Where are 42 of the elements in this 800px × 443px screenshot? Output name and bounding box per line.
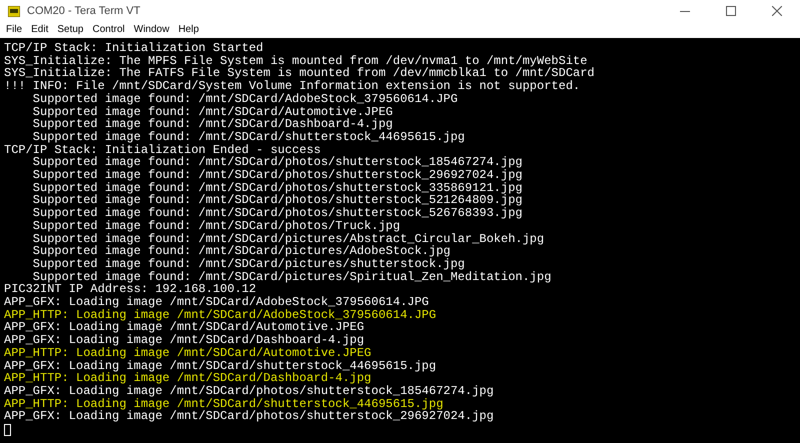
terminal-line: APP_GFX: Loading image /mnt/SDCard/Dashboard-4.jpg	[4, 334, 364, 347]
terminal-line: APP_GFX: Loading image /mnt/SDCard/photos/shutterstock_185467274.jpg	[4, 384, 494, 398]
terminal-line: Supported image found: /mnt/SDCard/AdobeStock_379560614.JPG	[32, 92, 458, 106]
window-title: COM20 - Tera Term VT	[27, 4, 140, 19]
maximize-icon	[726, 6, 736, 16]
menu-item[interactable]: Edit	[31, 24, 48, 34]
terminal-line: TCP/IP Stack: Initialization Started	[4, 42, 264, 55]
terminal-line: Supported image found: /mnt/SDCard/photos/shutterstock_521264809.jpg	[32, 194, 522, 208]
terminal-line: Supported image found: /mnt/SDCard/pictures/AdobeStock.jpg	[32, 245, 450, 258]
terminal-line: APP_HTTP: Loading image /mnt/SDCard/AdobeStock_379560614.JPG	[4, 308, 436, 322]
terminal-line: APP_GFX: Loading image /mnt/SDCard/photos/shutterstock_296927024.jpg	[4, 410, 494, 424]
terminal-line: Supported image found: /mnt/SDCard/pictures/shutterstock.jpg	[32, 258, 465, 271]
terminal-line: Supported image found: /mnt/SDCard/photos/shutterstock_296927024.jpg	[32, 169, 522, 182]
terminal-line: APP_HTTP: Loading image /mnt/SDCard/shutterstock_44695615.jpg	[4, 398, 444, 410]
menu-item[interactable]: Help	[178, 24, 199, 34]
menu-item[interactable]: Control	[92, 24, 125, 34]
terminal-line: Supported image found: /mnt/SDCard/photos/shutterstock_185467274.jpg	[32, 156, 522, 170]
terminal-line: PIC32INT IP Address: 192.168.100.12	[4, 283, 256, 296]
terminal-line: Supported image found: /mnt/SDCard/pictures/Spiritual_Zen_Meditation.jpg	[32, 270, 552, 284]
terminal-line: APP_HTTP: Loading image /mnt/SDCard/Automotive.JPEG	[4, 346, 372, 360]
terminal-line: Supported image found: /mnt/SDCard/photos/Truck.jpg	[32, 220, 400, 233]
menu-item[interactable]: File	[6, 24, 22, 34]
terminal-line: Supported image found: /mnt/SDCard/pictures/Abstract_Circular_Bokeh.jpg	[32, 232, 544, 246]
menu-item[interactable]: Setup	[57, 24, 84, 34]
terminal-line: !!! INFO: File /mnt/SDCard/System Volume Information extension is not supported.	[4, 80, 580, 93]
terminal-line: TCP/IP Stack: Initialization Ended - success	[4, 144, 321, 156]
terminal-line: Supported image found: /mnt/SDCard/photos/shutterstock_335869121.jpg	[32, 182, 522, 194]
terminal-line: Supported image found: /mnt/SDCard/shutterstock_44695615.jpg	[32, 130, 465, 144]
app-icon	[8, 6, 20, 16]
close-icon	[772, 6, 782, 16]
terminal-line: APP_GFX: Loading image /mnt/SDCard/Automotive.JPEG	[4, 321, 364, 334]
terminal-line: SYS_Initialize: The MPFS File System is mounted from /dev/nvma1 to /mnt/myWebSite	[4, 54, 588, 68]
terminal-line: Supported image found: /mnt/SDCard/photos/shutterstock_526768393.jpg	[32, 207, 522, 220]
menu-item[interactable]: Window	[134, 24, 170, 34]
terminal-line: APP_GFX: Loading image /mnt/SDCard/shutterstock_44695615.jpg	[4, 360, 436, 372]
terminal-line: APP_HTTP: Loading image /mnt/SDCard/Dashboard-4.jpg	[4, 372, 372, 385]
minimize-icon	[680, 10, 690, 12]
terminal-line: APP_GFX: Loading image /mnt/SDCard/AdobeStock_379560614.JPG	[4, 296, 429, 309]
terminal-line: Supported image found: /mnt/SDCard/Dashboard-4.jpg	[32, 118, 393, 131]
terminal-line: SYS_Initialize: The FATFS File System is mounted from /dev/mmcblka1 to /mnt/SDCard	[4, 67, 594, 80]
terminal-line: Supported image found: /mnt/SDCard/Automotive.JPEG	[32, 106, 393, 118]
text-cursor	[4, 424, 11, 436]
